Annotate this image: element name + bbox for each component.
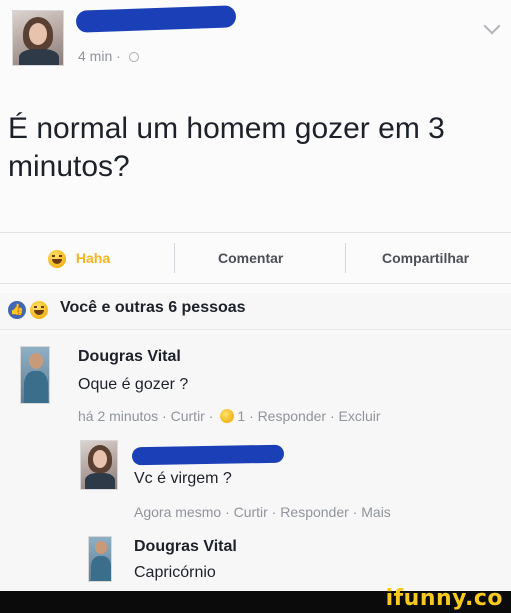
chevron-down-icon[interactable] [483, 17, 501, 35]
post-time-text: 4 min [78, 48, 113, 64]
post-action-bar: Haha Comentar Compartilhar [0, 232, 511, 284]
comment-author[interactable]: Dougras Vital [78, 348, 181, 366]
comment-meta: há 2 minutos · Curtir · 1 · Responder · … [78, 408, 381, 424]
reply-text: Capricórnio [134, 564, 216, 581]
comment-button[interactable]: Comentar [218, 233, 283, 283]
haha-emoji-icon [48, 250, 66, 269]
comment-delete-link[interactable]: Excluir [339, 408, 381, 424]
share-button[interactable]: Compartilhar [382, 233, 469, 283]
post-time-separator: · [116, 48, 121, 64]
poster-avatar[interactable] [12, 10, 64, 66]
haha-reaction-button[interactable]: Haha [48, 233, 110, 283]
comment-time[interactable]: há 2 minutos [78, 408, 158, 424]
reactions-summary-row[interactable]: 👍 Você e outras 6 pessoas [0, 290, 511, 330]
reply-avatar[interactable] [88, 536, 112, 582]
reply-time[interactable]: Agora mesmo [134, 504, 221, 520]
comment-reaction-count[interactable]: 1 [237, 408, 245, 424]
reply-meta: Agora mesmo · Curtir · Responder · Mais [134, 504, 391, 520]
redacted-reply-author [131, 444, 285, 466]
globe-icon [128, 52, 139, 62]
haha-emoji-icon [220, 409, 235, 423]
reply-text: Vc é virgem ? [134, 470, 232, 487]
post-timestamp[interactable]: 4 min · [78, 48, 139, 64]
comment-avatar[interactable] [20, 346, 50, 404]
share-label: Compartilhar [382, 250, 470, 266]
reply-avatar[interactable] [80, 440, 118, 490]
reply-reply-link[interactable]: Responder [280, 504, 349, 520]
post-text: É normal um homem gozer em 3 minutos? [8, 112, 445, 183]
action-divider [174, 243, 175, 273]
comment-text: Oque é gozer ? [78, 376, 189, 393]
reply-author[interactable]: Dougras Vital [134, 538, 237, 556]
like-reaction-icon: 👍 [8, 301, 26, 319]
reply-like-link[interactable]: Curtir [234, 504, 268, 520]
comment-like-link[interactable]: Curtir [171, 408, 205, 424]
haha-reaction-icon [30, 301, 48, 319]
comment-reply-link[interactable]: Responder [258, 408, 327, 424]
haha-label: Haha [75, 250, 111, 266]
action-divider [345, 243, 346, 273]
comment-label: Comentar [218, 250, 284, 266]
reactions-summary-text: Você e outras 6 pessoas [60, 299, 246, 316]
watermark-logo: ifunny.co [385, 586, 503, 611]
post-card: 4 min · É normal um homem gozer em 3 min… [0, 0, 511, 293]
reply-more-link[interactable]: Mais [361, 504, 391, 520]
redacted-poster-name [75, 5, 237, 33]
